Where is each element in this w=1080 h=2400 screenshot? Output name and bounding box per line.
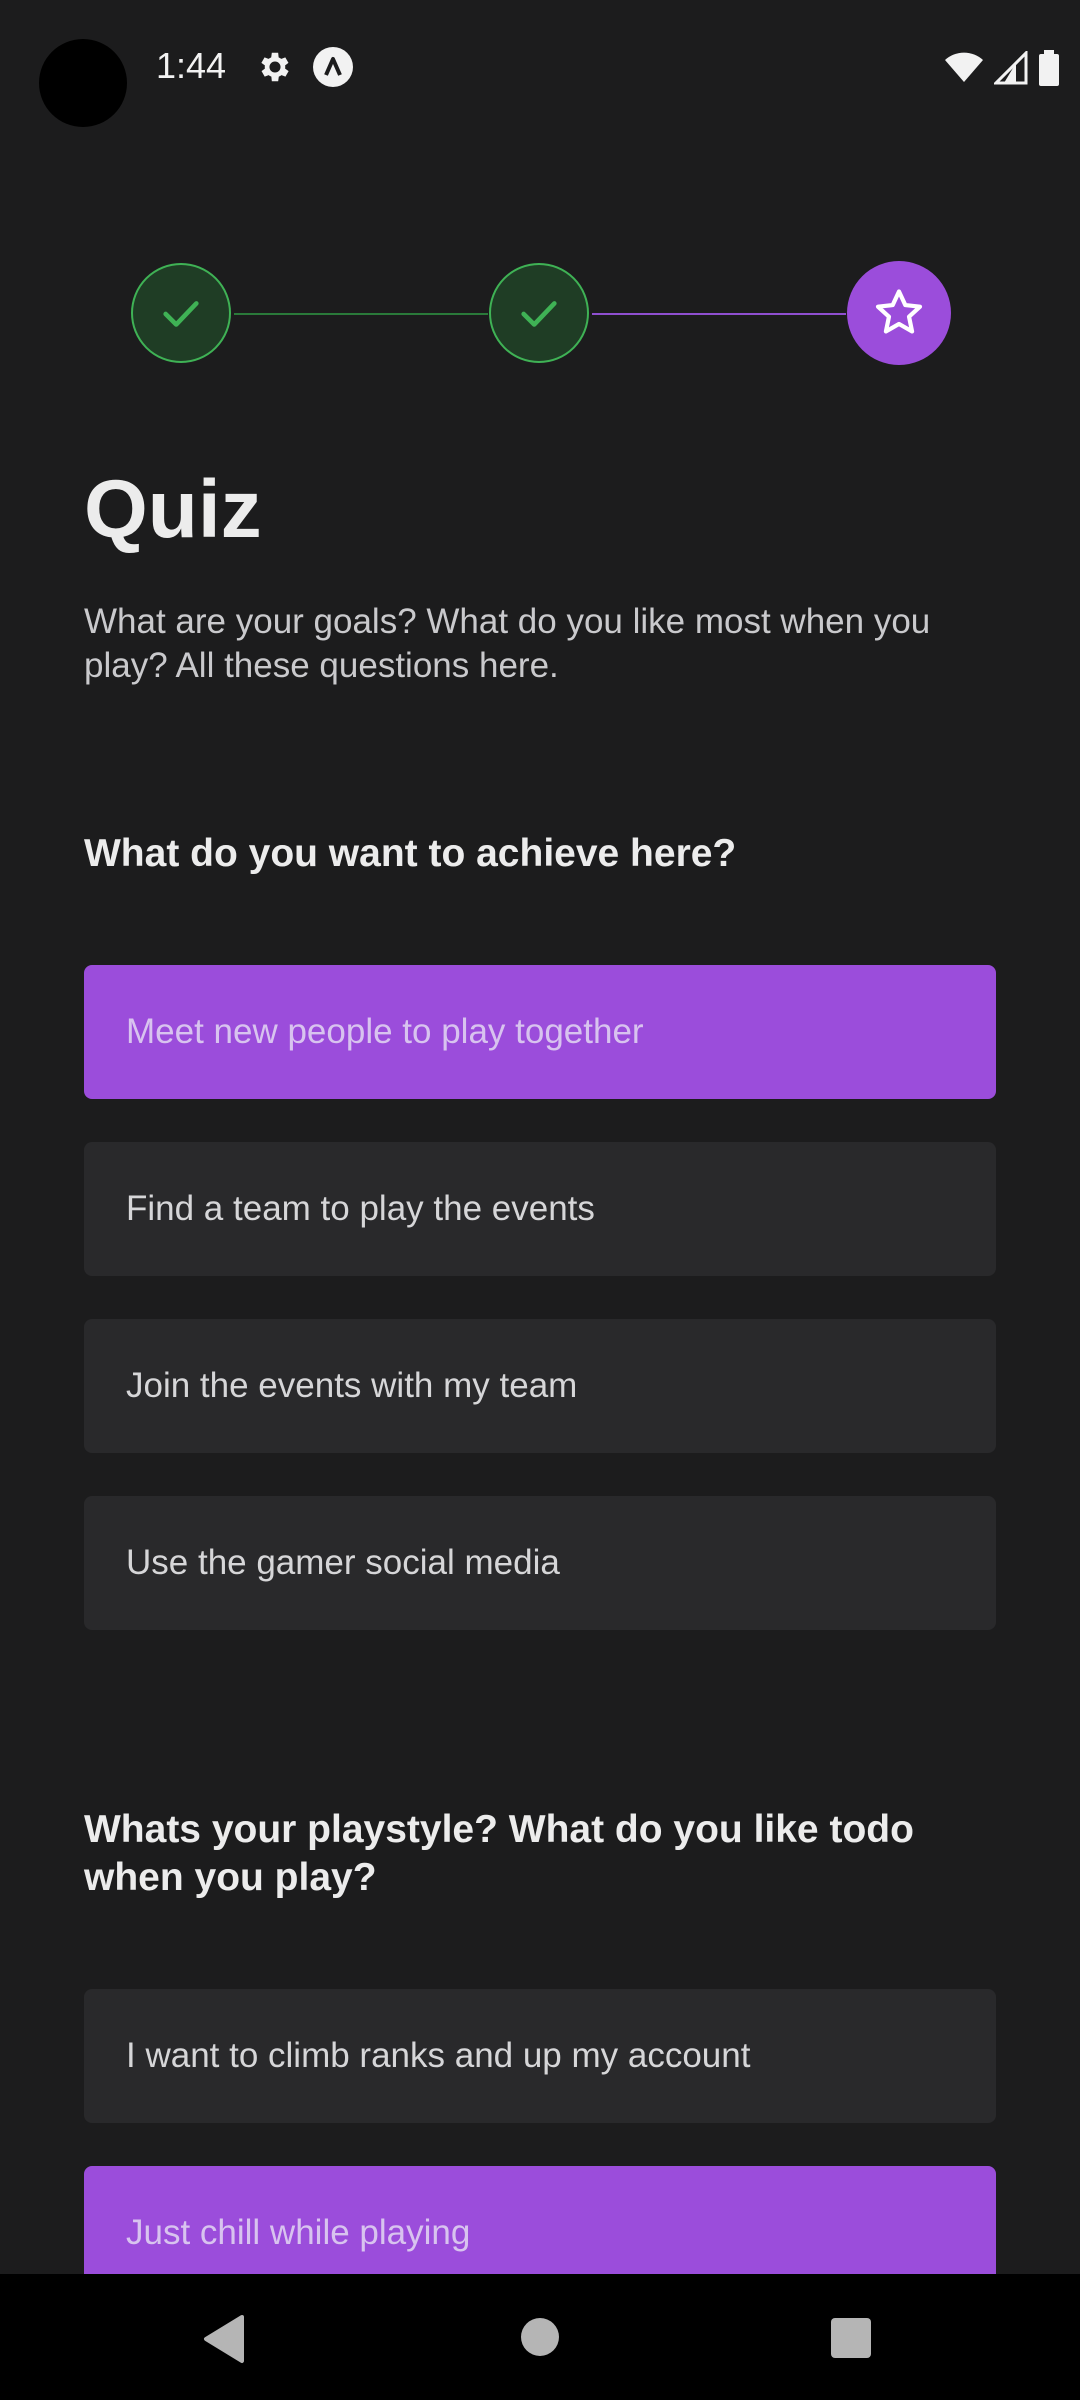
app-notification-icon: [313, 47, 353, 87]
option-climb-ranks[interactable]: I want to climb ranks and up my account: [84, 1989, 996, 2123]
option-label: Meet new people to play together: [126, 1012, 644, 1051]
status-icons: [944, 50, 1060, 86]
back-icon[interactable]: [202, 2314, 246, 2364]
page-title: Quiz: [84, 464, 262, 555]
system-nav-bar: [0, 2274, 1080, 2400]
check-icon: [521, 301, 557, 327]
status-bar: 1:44: [0, 0, 1080, 130]
step-connector-active: [592, 313, 846, 315]
option-gamer-social-media[interactable]: Use the gamer social media: [84, 1496, 996, 1630]
option-label: I want to climb ranks and up my account: [126, 2036, 751, 2075]
option-label: Use the gamer social media: [126, 1543, 560, 1582]
status-time: 1:44: [156, 45, 227, 86]
option-find-team[interactable]: Find a team to play the events: [84, 1142, 996, 1276]
camera-cutout: [39, 39, 127, 127]
check-icon: [163, 301, 199, 327]
wifi-icon: [945, 52, 983, 82]
home-icon[interactable]: [521, 2318, 559, 2356]
battery-icon: [1039, 50, 1059, 86]
settings-gear-icon: [261, 52, 289, 82]
option-label: Join the events with my team: [126, 1366, 578, 1405]
progress-stepper: [0, 260, 1080, 368]
quiz-screen: 1:44 Quiz What are your goals? What do y…: [0, 0, 1080, 2400]
step-3-active: [847, 261, 951, 365]
step-1-completed: [131, 263, 231, 363]
question-2: Whats your playstyle? What do you like t…: [84, 1808, 914, 1899]
recents-icon[interactable]: [831, 2318, 871, 2358]
signal-icon: [994, 51, 1028, 85]
step-connector-completed: [234, 313, 488, 315]
page-subtitle: What are your goals? What do you like mo…: [84, 602, 931, 685]
option-join-events[interactable]: Join the events with my team: [84, 1319, 996, 1453]
option-meet-new-people[interactable]: Meet new people to play together: [84, 965, 996, 1099]
option-label: Just chill while playing: [126, 2213, 471, 2252]
question-1: What do you want to achieve here?: [84, 832, 737, 875]
step-2-completed: [489, 263, 589, 363]
star-icon: [875, 289, 923, 334]
option-label: Find a team to play the events: [126, 1189, 595, 1228]
